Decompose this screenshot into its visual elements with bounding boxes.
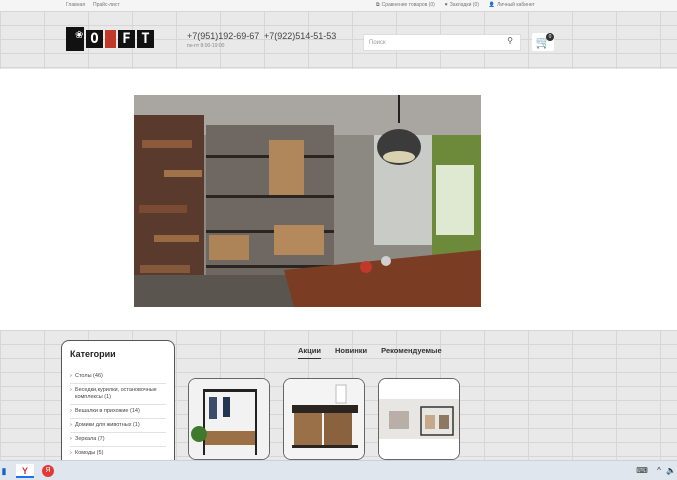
yandex-icon[interactable]: Я bbox=[42, 465, 54, 477]
category-item[interactable]: Зеркала (7) bbox=[70, 433, 166, 447]
os-taskbar: ▮ Y Я ⌨ ^ 🔈 bbox=[0, 460, 677, 480]
search-icon[interactable]: ⚲ bbox=[503, 36, 517, 49]
copy-icon: ⧉ bbox=[376, 2, 380, 8]
windows-start-icon[interactable]: ▮ bbox=[0, 464, 8, 478]
site-logo[interactable]: O F T bbox=[66, 27, 154, 51]
logo-letter bbox=[105, 30, 116, 48]
hero-banner-image[interactable] bbox=[134, 95, 481, 307]
price-list-link[interactable]: Прайс-лист bbox=[93, 2, 120, 8]
category-item[interactable]: Столы (46) bbox=[70, 370, 166, 384]
categories-title: Категории bbox=[70, 349, 116, 359]
logo-mark-icon bbox=[66, 27, 84, 51]
bookmarks-link[interactable]: ♥ Закладки (0) bbox=[445, 2, 479, 8]
product-image bbox=[189, 379, 269, 459]
logo-letter: T bbox=[137, 30, 154, 48]
account-link[interactable]: 👤 Личный кабинет bbox=[489, 2, 535, 8]
volume-icon[interactable]: 🔈 bbox=[666, 464, 676, 478]
tab-recommended[interactable]: Рекомендуемые bbox=[381, 346, 442, 359]
chevron-up-icon[interactable]: ^ bbox=[655, 464, 663, 478]
tab-new[interactable]: Новинки bbox=[335, 346, 367, 359]
product-tabs: Акции Новинки Рекомендуемые bbox=[298, 346, 442, 359]
logo-letter: F bbox=[118, 30, 135, 48]
category-item[interactable]: Беседки,курилки, остановочные комплексы … bbox=[70, 384, 166, 405]
search-input[interactable]: Поиск bbox=[363, 34, 521, 51]
tab-sales[interactable]: Акции bbox=[298, 346, 322, 359]
phone-number-2[interactable]: +7(922)514-51-53 bbox=[264, 31, 336, 41]
categories-panel: Категории Столы (46) Беседки,курилки, ос… bbox=[61, 340, 175, 470]
home-link[interactable]: Главная bbox=[66, 2, 85, 8]
heart-icon: ♥ bbox=[444, 2, 448, 8]
product-card[interactable] bbox=[283, 378, 365, 460]
yandex-browser-taskbar-button[interactable]: Y bbox=[16, 464, 34, 478]
category-item[interactable]: Домики для животных (1) bbox=[70, 419, 166, 433]
product-card[interactable] bbox=[378, 378, 460, 460]
product-image bbox=[284, 379, 364, 459]
phone-number-1[interactable]: +7(951)192-69-67 bbox=[187, 31, 259, 41]
cart-count-badge: 0 bbox=[546, 33, 554, 41]
logo-letter: O bbox=[86, 30, 103, 48]
category-item[interactable]: Вешалки в прихожие (14) bbox=[70, 405, 166, 419]
product-image bbox=[379, 379, 459, 459]
user-icon: 👤 bbox=[488, 2, 496, 8]
product-card[interactable] bbox=[188, 378, 270, 460]
keyboard-icon[interactable]: ⌨ bbox=[636, 464, 648, 478]
category-item[interactable]: Комоды (5) bbox=[70, 447, 166, 461]
working-hours: пн-пт 8:00-19:00 bbox=[187, 43, 225, 49]
top-links-bar: Главная Прайс-лист ⧉ Сравнение товаров (0… bbox=[0, 0, 677, 11]
compare-link[interactable]: ⧉ Сравнение товаров (0) bbox=[376, 2, 435, 8]
